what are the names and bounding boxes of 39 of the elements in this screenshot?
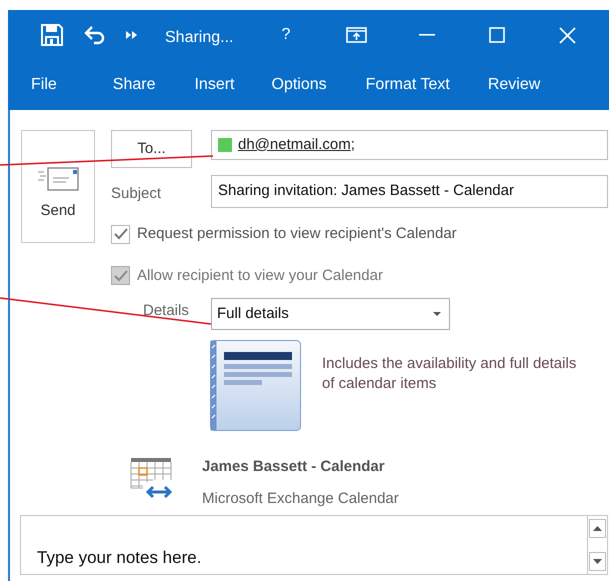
- subject-field[interactable]: Sharing invitation: James Bassett - Calendar: [211, 175, 608, 208]
- ribbon-tab[interactable]: File: [31, 73, 57, 97]
- ribbon-tab[interactable]: Format Text: [366, 73, 450, 97]
- scroll-down-button[interactable]: [589, 552, 606, 571]
- ribbon-tab[interactable]: Share: [112, 73, 156, 97]
- ribbon-tab[interactable]: Review: [488, 73, 540, 97]
- ribbon-tab[interactable]: Insert: [194, 73, 234, 97]
- maximize-icon[interactable]: [489, 27, 506, 43]
- details-label: Details: [142, 300, 190, 321]
- scrollbar[interactable]: [587, 515, 608, 575]
- minimize-icon[interactable]: [419, 34, 436, 36]
- recipient-link[interactable]: dh@netmail.com: [238, 134, 351, 156]
- up-arrow-icon: [593, 526, 602, 531]
- down-arrow-icon: [593, 559, 602, 564]
- details-description: Includes the availability and full details of calendar items: [322, 354, 577, 394]
- ribbon-display-icon[interactable]: [346, 27, 368, 43]
- separator-text: ;: [350, 134, 355, 155]
- details-dropdown[interactable]: Full details: [211, 298, 450, 330]
- to-button[interactable]: To...: [111, 130, 192, 168]
- checkbox-label: Allow recipient to view your Calendar: [137, 266, 383, 286]
- scroll-up-button[interactable]: [589, 519, 606, 538]
- ribbon-tab[interactable]: Options: [272, 73, 327, 97]
- envelope-icon: [36, 166, 80, 192]
- checkbox-label: Request permission to view recipient's Calendar: [137, 224, 457, 244]
- undo-icon[interactable]: [84, 25, 106, 45]
- save-icon[interactable]: [41, 24, 63, 46]
- notes-field[interactable]: Type your notes here.: [20, 515, 587, 575]
- caret-icon: [433, 312, 441, 316]
- window-title: Sharing...: [165, 28, 234, 48]
- calendar-type: Microsoft Exchange Calendar: [202, 488, 399, 508]
- help-button[interactable]: ?: [281, 23, 290, 47]
- calendar-name: James Bassett - Calendar: [202, 457, 386, 477]
- close-icon[interactable]: [559, 26, 576, 44]
- subject-label: Subject: [111, 184, 162, 204]
- details-preview-icon: [210, 340, 301, 431]
- checkbox[interactable]: [111, 224, 130, 244]
- to-field[interactable]: dh@netmail.com;: [211, 130, 608, 160]
- send-button[interactable]: Send: [21, 130, 95, 243]
- more-icon[interactable]: [126, 30, 137, 40]
